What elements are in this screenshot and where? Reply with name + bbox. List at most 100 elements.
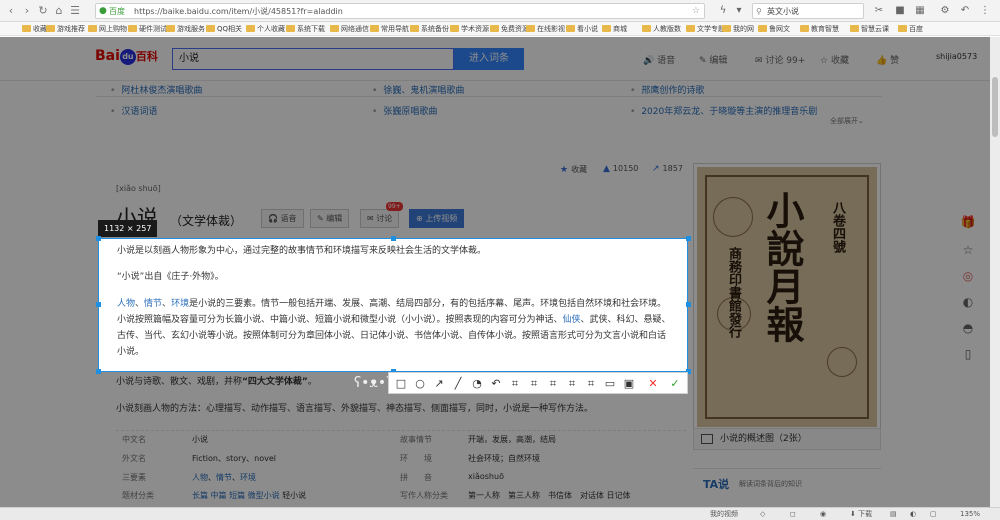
bookmark-item[interactable]: 免费资源 <box>490 22 529 35</box>
browser-search-box[interactable]: ⚲ 英文小说 <box>752 3 864 19</box>
grid-icon[interactable]: ▦ <box>913 4 927 18</box>
forward-icon[interactable]: › <box>20 4 34 18</box>
resize-handle[interactable] <box>391 236 396 241</box>
resize-handle[interactable] <box>686 236 691 241</box>
status-icon[interactable]: ◉ <box>820 508 826 520</box>
scrollbar-thumb[interactable] <box>992 77 998 137</box>
bookmark-item[interactable]: 游戏服务 <box>166 22 205 35</box>
folder-icon <box>246 25 255 32</box>
folder-icon <box>166 25 175 32</box>
my-video-link[interactable]: 我的视频 <box>710 508 738 520</box>
bookmark-item[interactable]: 收藏 <box>22 22 47 35</box>
status-icon[interactable]: ◇ <box>760 508 765 520</box>
bookmark-label: 看小说 <box>577 25 598 33</box>
resize-handle[interactable] <box>686 302 691 307</box>
status-icon[interactable]: ▢ <box>930 508 937 520</box>
bookmark-item[interactable]: QQ相关 <box>206 22 243 35</box>
bookmark-item[interactable]: 硬件测试 <box>128 22 167 35</box>
bookmark-item[interactable]: 文学专题 <box>686 22 725 35</box>
line-tool-icon[interactable]: ╱ <box>450 376 466 392</box>
folder-icon <box>370 25 379 32</box>
confirm-icon[interactable]: ✓ <box>667 376 683 392</box>
rectangle-tool-icon[interactable]: □ <box>393 376 409 392</box>
separator: 、 <box>135 299 145 309</box>
resize-handle[interactable] <box>96 369 101 374</box>
bookmark-label: 系统下载 <box>297 25 325 33</box>
undo-icon[interactable]: ↶ <box>958 4 972 18</box>
status-icon[interactable]: ◻ <box>790 508 796 520</box>
lightning-icon[interactable]: ϟ <box>716 4 730 18</box>
bookmark-label: 我的网 <box>733 25 754 33</box>
translate-tool-icon[interactable]: ⌗ <box>526 376 542 392</box>
bookmark-item[interactable]: 网上购物 <box>88 22 127 35</box>
address-bar[interactable]: ● 百度 https://baike.baidu.com/item/小说/458… <box>95 3 705 19</box>
bookmark-item[interactable]: 鲁网文 <box>758 22 790 35</box>
folder-icon <box>330 25 339 32</box>
browser-toolbar: ‹ › ↻ ⌂ ☰ ● 百度 https://baike.baidu.com/i… <box>0 0 1000 22</box>
scissors-icon[interactable]: ✂ <box>872 4 886 18</box>
ocr-tool-icon[interactable]: ⌗ <box>507 376 523 392</box>
history-icon[interactable]: ☰ <box>68 4 82 18</box>
bookmark-item[interactable]: 在线影视 <box>526 22 565 35</box>
bookmark-item[interactable]: 网络通信 <box>330 22 369 35</box>
bookmark-item[interactable]: 看小说 <box>566 22 598 35</box>
pin-tool-icon[interactable]: ⌗ <box>583 376 599 392</box>
bookmark-item[interactable]: 商城 <box>602 22 627 35</box>
download-label: 下载 <box>858 510 873 518</box>
dropdown-icon[interactable]: ▾ <box>732 4 746 18</box>
download-link[interactable]: ⬇ 下载 <box>850 508 872 520</box>
bookmark-item[interactable]: 人教版数 <box>642 22 681 35</box>
bookmark-item[interactable]: 百度 <box>898 22 923 35</box>
folder-icon <box>410 25 419 32</box>
folder-icon <box>526 25 535 32</box>
separator: 、 <box>162 299 172 309</box>
refresh-icon[interactable]: ↻ <box>36 4 50 18</box>
bookmark-item[interactable]: 教育智慧 <box>800 22 839 35</box>
bookmark-label: 文学专题 <box>697 25 725 33</box>
link-xianxia[interactable]: 仙侠 <box>563 315 581 325</box>
settings-icon[interactable]: ⚙ <box>938 4 952 18</box>
folder-icon <box>22 25 31 32</box>
save-icon[interactable]: ▣ <box>621 376 637 392</box>
copy-tool-icon[interactable]: ▭ <box>602 376 618 392</box>
bookmark-item[interactable]: 个人收藏 <box>246 22 285 35</box>
bookmark-label: 在线影视 <box>537 25 565 33</box>
bookmark-label: 游戏服务 <box>177 25 205 33</box>
ellipse-tool-icon[interactable]: ○ <box>412 376 428 392</box>
link-environment[interactable]: 环境 <box>171 299 189 309</box>
scan-tool-icon[interactable]: ⌗ <box>545 376 561 392</box>
bookmark-item[interactable]: 系统下载 <box>286 22 325 35</box>
long-shot-tool-icon[interactable]: ⌗ <box>564 376 580 392</box>
browser-search-query: 英文小说 <box>767 7 799 16</box>
home-icon[interactable]: ⌂ <box>52 4 66 18</box>
bookmark-star-icon[interactable]: ☆ <box>692 5 700 18</box>
back-icon[interactable]: ‹ <box>4 4 18 18</box>
resize-handle[interactable] <box>96 236 101 241</box>
text-tool-icon[interactable]: ◔ <box>469 376 485 392</box>
menu-icon[interactable]: ⋮ <box>978 4 992 18</box>
bookmark-item[interactable]: 游戏推荐 <box>46 22 85 35</box>
bookmark-item[interactable]: 系统备份 <box>410 22 449 35</box>
arrow-tool-icon[interactable]: ↗ <box>431 376 447 392</box>
bookmark-label: 收藏 <box>33 25 47 33</box>
screenshot-selection[interactable]: 小说是以刻画人物形象为中心，通过完整的故事情节和环境描写来反映社会生活的文学体裁… <box>98 238 688 372</box>
status-icon[interactable]: ◐ <box>910 508 916 520</box>
bookmark-label: 教育智慧 <box>811 25 839 33</box>
status-icon[interactable]: ▤ <box>890 508 897 520</box>
link-plot[interactable]: 情节 <box>144 299 162 309</box>
resize-handle[interactable] <box>96 302 101 307</box>
bookmark-item[interactable]: 我的网 <box>722 22 754 35</box>
zoom-level[interactable]: 135% <box>960 508 980 520</box>
bookmark-item[interactable]: 学术资源 <box>450 22 489 35</box>
link-character[interactable]: 人物 <box>117 299 135 309</box>
paragraph-origin: “小说”出自《庄子·外物》。 <box>117 272 224 282</box>
paragraph-definition: 小说是以刻画人物形象为中心，通过完整的故事情节和环境描写来反映社会生活的文学体裁… <box>117 246 487 256</box>
bookmark-item[interactable]: 常用导航 <box>370 22 409 35</box>
url-text[interactable]: https://baike.baidu.com/item/小说/45851?fr… <box>134 5 343 18</box>
bookmark-label: QQ相关 <box>217 25 243 33</box>
bookmark-item[interactable]: 智慧云课 <box>850 22 889 35</box>
page-scrollbar[interactable] <box>990 37 1000 507</box>
extension-icon[interactable]: ■ <box>893 4 907 18</box>
undo-tool-icon[interactable]: ↶ <box>488 376 504 392</box>
cancel-icon[interactable]: ✕ <box>645 376 661 392</box>
